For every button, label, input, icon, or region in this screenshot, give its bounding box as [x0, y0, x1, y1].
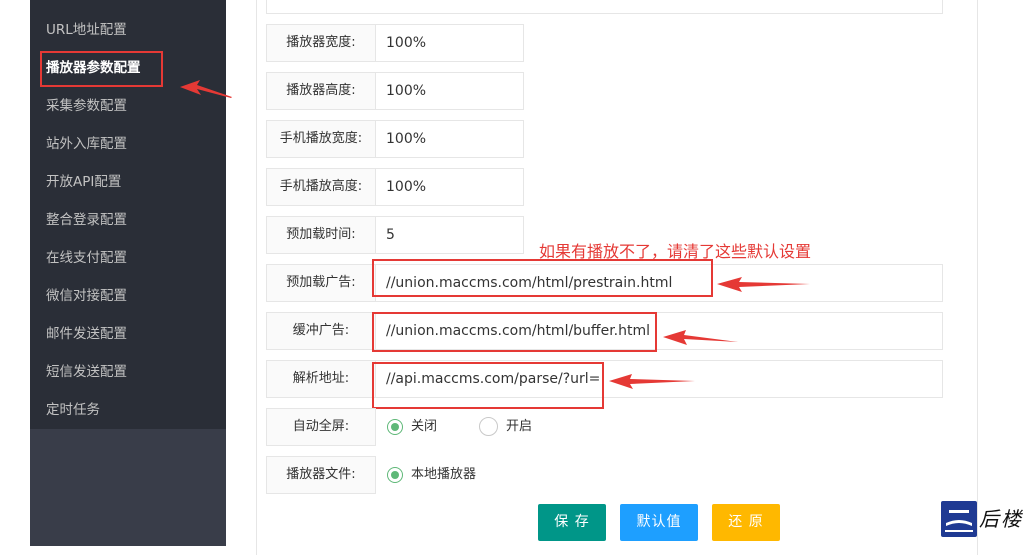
reset-button[interactable]: 还 原: [712, 504, 780, 541]
player-height-label: 播放器高度:: [266, 72, 376, 110]
auto-fullscreen-off-radio[interactable]: 关闭: [387, 415, 437, 439]
preload-ad-label: 预加载广告:: [266, 264, 376, 302]
radio-label: 开启: [506, 419, 533, 434]
buffer-ad-input[interactable]: //union.maccms.com/html/buffer.html: [375, 312, 943, 350]
radio-unchecked-icon: [479, 417, 498, 436]
mobile-height-label: 手机播放高度:: [266, 168, 376, 206]
player-file-local-radio[interactable]: 本地播放器: [387, 463, 476, 487]
sidebar-item-collect-params[interactable]: 采集参数配置: [30, 87, 226, 125]
annotation-text: 如果有播放不了，请清了这些默认设置: [539, 242, 812, 261]
watermark-logo: 后楼: [941, 501, 1036, 539]
player-width-label: 播放器宽度:: [266, 24, 376, 62]
logo-text: 后楼: [979, 507, 1023, 531]
player-width-input[interactable]: 100%: [375, 24, 524, 62]
logo-icon: [941, 501, 977, 537]
player-file-label: 播放器文件:: [266, 456, 376, 494]
sidebar-item-offsite-import[interactable]: 站外入库配置: [30, 125, 226, 163]
preload-time-label: 预加载时间:: [266, 216, 376, 254]
sidebar-item-player-params[interactable]: 播放器参数配置: [30, 49, 226, 87]
sidebar: URL地址配置 播放器参数配置 采集参数配置 站外入库配置 开放API配置 整合…: [30, 0, 226, 546]
radio-label: 本地播放器: [411, 467, 477, 482]
previous-field-box: [266, 0, 943, 14]
mobile-width-input[interactable]: 100%: [375, 120, 524, 158]
auto-fullscreen-label: 自动全屏:: [266, 408, 376, 446]
sidebar-item-url-config[interactable]: URL地址配置: [30, 11, 226, 49]
radio-checked-icon: [387, 466, 403, 483]
sidebar-item-integrated-login[interactable]: 整合登录配置: [30, 201, 226, 239]
preload-ad-input[interactable]: //union.maccms.com/html/prestrain.html: [375, 264, 943, 302]
sidebar-item-online-payment[interactable]: 在线支付配置: [30, 239, 226, 277]
preload-time-input[interactable]: 5: [375, 216, 524, 254]
parse-url-input[interactable]: //api.maccms.com/parse/?url=: [375, 360, 943, 398]
save-button[interactable]: 保 存: [538, 504, 606, 541]
parse-url-label: 解析地址:: [266, 360, 376, 398]
radio-label: 关闭: [411, 419, 438, 434]
sidebar-item-scheduled-tasks[interactable]: 定时任务: [30, 391, 226, 429]
sidebar-item-email[interactable]: 邮件发送配置: [30, 315, 226, 353]
sidebar-item-sms[interactable]: 短信发送配置: [30, 353, 226, 391]
mobile-width-label: 手机播放宽度:: [266, 120, 376, 158]
mobile-height-input[interactable]: 100%: [375, 168, 524, 206]
sidebar-item-wechat[interactable]: 微信对接配置: [30, 277, 226, 315]
radio-checked-icon: [387, 418, 403, 435]
sidebar-item-open-api[interactable]: 开放API配置: [30, 163, 226, 201]
sidebar-menu: URL地址配置 播放器参数配置 采集参数配置 站外入库配置 开放API配置 整合…: [30, 0, 226, 429]
buffer-ad-label: 缓冲广告:: [266, 312, 376, 350]
player-height-input[interactable]: 100%: [375, 72, 524, 110]
auto-fullscreen-on-radio[interactable]: 开启: [479, 415, 532, 439]
default-button[interactable]: 默认值: [620, 504, 698, 541]
